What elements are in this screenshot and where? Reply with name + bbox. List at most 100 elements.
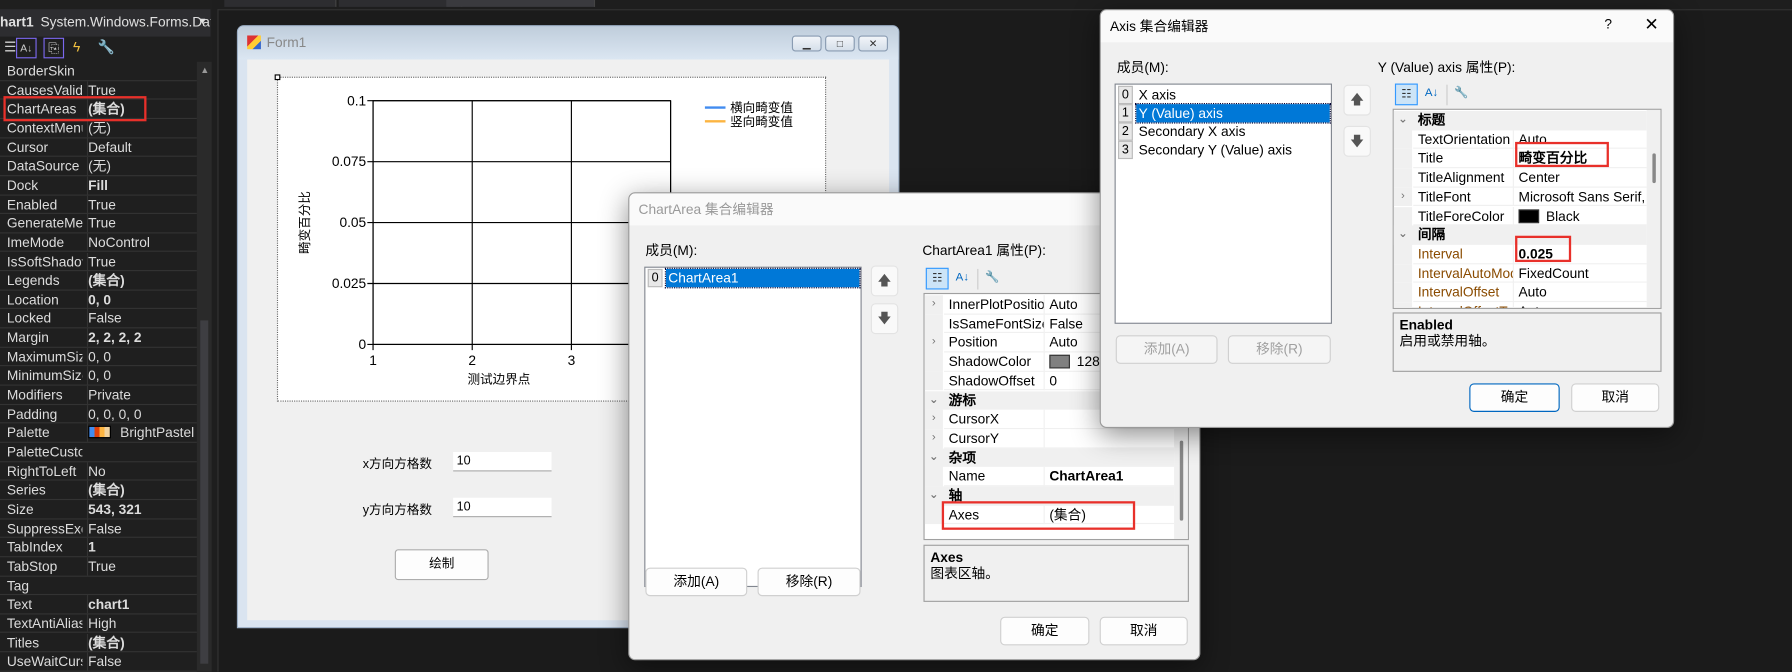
property-value[interactable]: True bbox=[86, 195, 197, 214]
alphabetical-icon[interactable]: A↓ bbox=[1420, 84, 1443, 106]
member-item[interactable]: 1Y (Value) axis bbox=[1117, 102, 1331, 124]
property-value[interactable]: ChartArea1 bbox=[1044, 467, 1175, 487]
property-row[interactable]: TitleAlignment Center bbox=[1393, 168, 1647, 188]
property-row[interactable]: Enabled True bbox=[0, 195, 197, 215]
property-value[interactable]: Auto bbox=[1514, 302, 1647, 308]
property-value[interactable]: 543, 321 bbox=[86, 499, 197, 518]
expand-chevron-icon[interactable]: › bbox=[1393, 187, 1413, 207]
category-row[interactable]: ⌄ 标题 bbox=[1393, 110, 1647, 131]
property-row[interactable]: MaximumSize 0, 0 bbox=[0, 347, 197, 367]
property-row[interactable]: Name ChartArea1 bbox=[924, 467, 1175, 487]
property-row[interactable]: Palette BrightPastel bbox=[0, 423, 197, 443]
property-value[interactable]: NoControl bbox=[86, 233, 197, 252]
property-row[interactable]: › TitleFont Microsoft Sans Serif, bbox=[1393, 187, 1647, 207]
property-row[interactable]: › CursorY bbox=[924, 428, 1175, 449]
property-row[interactable]: RightToLeft No bbox=[0, 461, 197, 481]
property-value[interactable]: 0, 0 bbox=[86, 347, 197, 366]
property-row[interactable]: IntervalAutoMod FixedCount bbox=[1393, 263, 1647, 283]
property-row[interactable]: Title 畸变百分比 bbox=[1393, 149, 1647, 169]
property-row[interactable]: IntervalOffsetT Auto bbox=[1393, 302, 1647, 308]
property-value[interactable]: Center bbox=[1513, 168, 1647, 188]
member-item[interactable]: 3 Secondary Y (Value) axis bbox=[1117, 140, 1330, 160]
property-value[interactable]: Microsoft Sans Serif, bbox=[1513, 187, 1647, 207]
property-value[interactable]: High bbox=[86, 614, 197, 633]
property-row[interactable]: Text chart1 bbox=[0, 595, 197, 615]
property-row[interactable]: TextOrientation Auto bbox=[1393, 130, 1647, 150]
maximize-button[interactable]: □ bbox=[825, 35, 855, 52]
property-value[interactable]: 0, 0 bbox=[86, 366, 197, 385]
property-value[interactable]: No bbox=[86, 461, 197, 480]
member-item[interactable]: 2 Secondary X axis bbox=[1117, 122, 1330, 141]
property-grid[interactable]: ⌄ 标题 TextOrientation Auto Title 畸变百分比 TitleAli… bbox=[1392, 108, 1662, 309]
property-value[interactable]: False bbox=[86, 652, 197, 671]
property-row[interactable]: GenerateMer True bbox=[0, 214, 197, 234]
property-row[interactable]: Modifiers Private bbox=[0, 385, 197, 405]
scrollbar-thumb[interactable] bbox=[200, 320, 209, 664]
draw-button[interactable]: 绘制 bbox=[394, 549, 489, 581]
property-row[interactable]: Axes (集合) bbox=[924, 505, 1175, 525]
property-row[interactable]: Dock Fill bbox=[0, 176, 197, 196]
property-row[interactable]: ChartAreas (集合) bbox=[0, 99, 197, 119]
property-value[interactable]: (集合) bbox=[1044, 505, 1175, 525]
property-value[interactable]: 0, 0 bbox=[86, 290, 197, 309]
property-row[interactable]: Titles (集合) bbox=[0, 633, 197, 653]
category-row[interactable]: ⌄ 轴 bbox=[924, 486, 1175, 506]
tab-active[interactable] bbox=[446, 0, 596, 7]
property-value[interactable]: (无) bbox=[86, 118, 197, 137]
categorized-icon[interactable]: ☷ bbox=[1394, 83, 1418, 106]
close-button[interactable]: ✕ bbox=[858, 35, 888, 52]
add-button[interactable]: 添加(A) bbox=[645, 567, 748, 597]
property-row[interactable]: Legends (集合) bbox=[0, 271, 197, 291]
property-row[interactable]: TabStop True bbox=[0, 557, 197, 577]
categorized-icon[interactable]: ☷ bbox=[925, 267, 949, 290]
property-value[interactable]: 0.025 bbox=[1513, 245, 1647, 264]
chevron-down-icon[interactable]: ▼ bbox=[198, 9, 207, 34]
property-row[interactable]: Series (集合) bbox=[0, 480, 197, 500]
scrollbar-thumb[interactable] bbox=[1652, 153, 1656, 184]
property-value[interactable]: True bbox=[86, 557, 197, 576]
property-value[interactable]: Fill bbox=[86, 176, 197, 195]
property-row[interactable]: MinimumSize 0, 0 bbox=[0, 366, 197, 386]
property-row[interactable]: Size 543, 321 bbox=[0, 499, 197, 520]
x-grid-input[interactable] bbox=[453, 452, 552, 472]
property-row[interactable]: PaletteCustor bbox=[0, 443, 197, 462]
property-value[interactable]: 畸变百分比 bbox=[1513, 149, 1647, 169]
add-button[interactable]: 添加(A) bbox=[1115, 335, 1218, 364]
property-row[interactable]: TextAntiAlias High bbox=[0, 614, 197, 634]
property-row[interactable]: UseWaitCurs False bbox=[0, 652, 197, 672]
property-value[interactable]: True bbox=[86, 80, 197, 99]
property-value[interactable]: FixedCount bbox=[1513, 264, 1647, 283]
property-value[interactable]: (集合) bbox=[86, 480, 197, 499]
member-item[interactable]: 0 X axis bbox=[1117, 85, 1330, 105]
property-row[interactable]: ImeMode NoControl bbox=[0, 233, 197, 253]
ok-button[interactable]: 确定 bbox=[1469, 383, 1560, 412]
expand-chevron-icon[interactable]: › bbox=[924, 428, 943, 449]
cancel-button[interactable]: 取消 bbox=[1099, 616, 1188, 646]
alphabetical-icon[interactable]: A↓ bbox=[951, 268, 974, 290]
property-value[interactable]: (无) bbox=[86, 157, 197, 175]
property-row[interactable]: Interval 0.025 bbox=[1393, 244, 1647, 264]
close-icon[interactable]: ✕ bbox=[1644, 14, 1658, 34]
tab[interactable] bbox=[224, 0, 337, 7]
minimize-button[interactable]: ▁ bbox=[791, 35, 822, 52]
property-row[interactable]: CausesValida True bbox=[0, 80, 197, 100]
remove-button[interactable]: 移除(R) bbox=[1227, 335, 1331, 364]
property-value[interactable]: Private bbox=[86, 385, 197, 404]
property-value[interactable]: (集合) bbox=[86, 99, 197, 118]
property-value[interactable]: Default bbox=[86, 137, 197, 156]
property-value[interactable]: 0, 0, 0, 0 bbox=[86, 404, 197, 423]
expand-chevron-icon[interactable]: › bbox=[924, 409, 943, 429]
cancel-button[interactable]: 取消 bbox=[1571, 383, 1660, 412]
property-value[interactable]: (集合) bbox=[86, 271, 197, 290]
property-row[interactable]: IntervalOffset Auto bbox=[1393, 282, 1647, 303]
property-row[interactable]: Tag bbox=[0, 576, 197, 596]
property-value[interactable]: chart1 bbox=[86, 595, 197, 614]
collapse-chevron-icon[interactable]: ⌄ bbox=[924, 448, 943, 468]
object-selector[interactable]: hart1 System.Windows.Forms.Dat ▼ bbox=[0, 9, 211, 37]
property-value[interactable]: 2, 2, 2, 2 bbox=[86, 328, 197, 347]
move-up-button[interactable]: 🡅 bbox=[1343, 84, 1371, 116]
y-grid-input[interactable] bbox=[453, 497, 552, 518]
ok-button[interactable]: 确定 bbox=[1000, 616, 1090, 646]
remove-button[interactable]: 移除(R) bbox=[757, 567, 861, 597]
collapse-chevron-icon[interactable]: ⌄ bbox=[924, 486, 943, 506]
